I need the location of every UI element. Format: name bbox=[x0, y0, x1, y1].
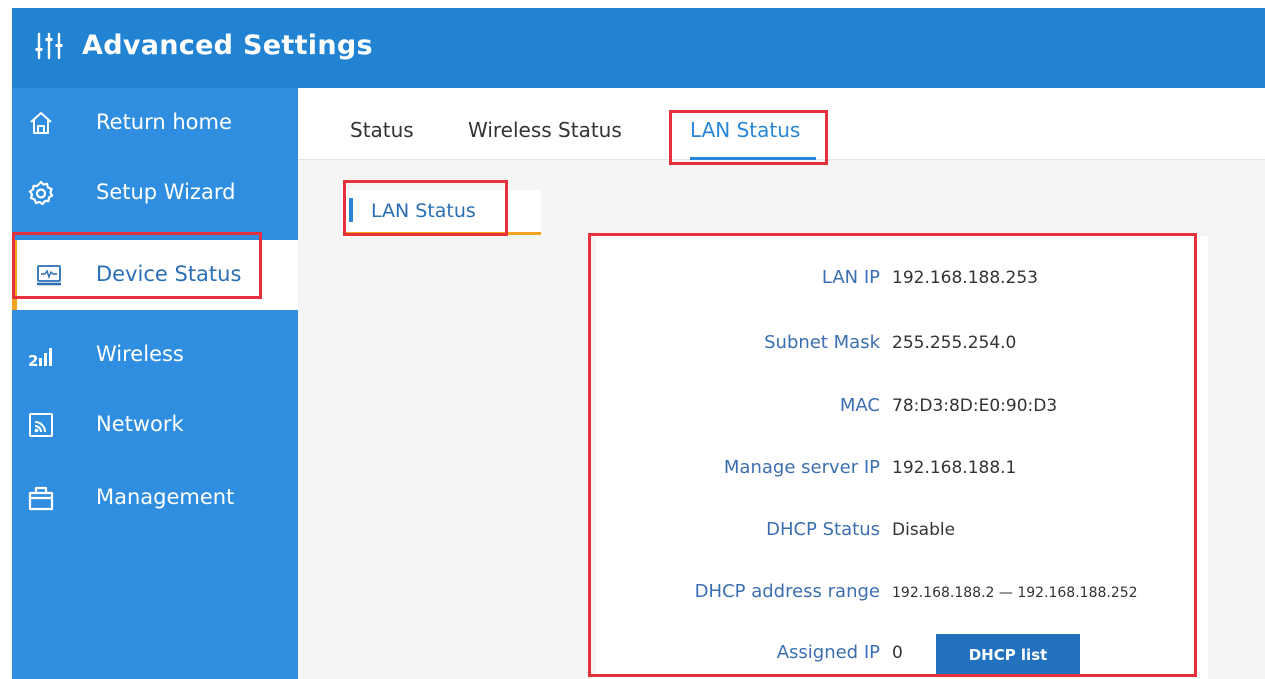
sidebar-item-return-home[interactable]: Return home bbox=[12, 88, 298, 158]
toolbox-icon bbox=[28, 486, 54, 511]
dhcp-list-button[interactable]: DHCP list bbox=[936, 634, 1080, 676]
home-icon bbox=[30, 112, 52, 134]
sliders-icon bbox=[35, 32, 63, 60]
sidebar-item-wireless[interactable]: 2 Wireless bbox=[12, 320, 298, 390]
sidebar-item-label: Wireless bbox=[96, 342, 184, 366]
subtab-label: LAN Status bbox=[371, 200, 476, 222]
lan-ip-row: LAN IP 192.168.188.253 bbox=[596, 263, 1208, 293]
dhcp-status-row: DHCP Status Disable bbox=[596, 515, 1208, 545]
dhcp-range-row: DHCP address range 192.168.188.2 — 192.1… bbox=[596, 577, 1208, 607]
app-window: Advanced Settings Return home Setup Wiza… bbox=[12, 8, 1265, 679]
tab-wireless-status[interactable]: Wireless Status bbox=[468, 118, 622, 142]
mac-label: MAC bbox=[839, 395, 880, 416]
tab-bar: Status Wireless Status LAN Status bbox=[298, 88, 1265, 160]
dhcp-range-value: 192.168.188.2 — 192.168.188.252 bbox=[892, 585, 1138, 601]
subnet-mask-row: Subnet Mask 255.255.254.0 bbox=[596, 328, 1208, 358]
lan-status-panel: LAN IP 192.168.188.253 Subnet Mask 255.2… bbox=[596, 236, 1208, 679]
subnet-mask-value: 255.255.254.0 bbox=[892, 333, 1017, 353]
assigned-ip-row: Assigned IP 0 DHCP list bbox=[596, 634, 1208, 676]
subnet-mask-label: Subnet Mask bbox=[764, 332, 880, 353]
assigned-ip-label: Assigned IP bbox=[776, 642, 880, 663]
sidebar-item-device-status[interactable]: Device Status bbox=[12, 240, 298, 310]
monitor-pulse-icon bbox=[37, 265, 61, 286]
signal-bars-icon: 2 bbox=[28, 348, 52, 368]
lan-ip-label: LAN IP bbox=[821, 267, 880, 288]
mac-row: MAC 78:D3:8D:E0:90:D3 bbox=[596, 391, 1208, 421]
mac-value: 78:D3:8D:E0:90:D3 bbox=[892, 396, 1058, 416]
subtab-lan-status[interactable]: LAN Status bbox=[345, 190, 541, 234]
rss-icon bbox=[29, 413, 53, 437]
manage-server-ip-value: 192.168.188.1 bbox=[892, 458, 1017, 478]
dhcp-range-label: DHCP address range bbox=[694, 581, 880, 602]
subtab-marker bbox=[349, 198, 353, 222]
sidebar-item-setup-wizard[interactable]: Setup Wizard bbox=[12, 158, 298, 228]
tab-lan-status[interactable]: LAN Status bbox=[690, 118, 800, 142]
sidebar-item-label: Network bbox=[96, 412, 184, 436]
lan-ip-value: 192.168.188.253 bbox=[892, 268, 1039, 288]
sidebar-item-label: Setup Wizard bbox=[96, 180, 236, 204]
subtab-underline bbox=[345, 232, 541, 235]
main-content: LAN Status LAN IP 192.168.188.253 Subnet… bbox=[298, 160, 1265, 679]
sidebar-item-management[interactable]: Management bbox=[12, 463, 298, 533]
sidebar-item-network[interactable]: Network bbox=[12, 390, 298, 460]
sidebar-item-label: Device Status bbox=[96, 262, 242, 286]
svg-text:2: 2 bbox=[28, 352, 38, 368]
top-header: Advanced Settings bbox=[12, 8, 1265, 88]
gear-icon bbox=[28, 180, 54, 206]
sidebar: Return home Setup Wizard Device Status 2… bbox=[12, 88, 298, 679]
sidebar-item-label: Management bbox=[96, 485, 235, 509]
manage-server-ip-label: Manage server IP bbox=[723, 457, 880, 478]
tab-status[interactable]: Status bbox=[350, 118, 414, 142]
sidebar-item-label: Return home bbox=[96, 110, 232, 134]
assigned-ip-value: 0 bbox=[892, 643, 903, 663]
page-title: Advanced Settings bbox=[82, 30, 373, 61]
dhcp-status-label: DHCP Status bbox=[766, 519, 880, 540]
manage-server-ip-row: Manage server IP 192.168.188.1 bbox=[596, 453, 1208, 483]
dhcp-status-value: Disable bbox=[892, 520, 956, 540]
